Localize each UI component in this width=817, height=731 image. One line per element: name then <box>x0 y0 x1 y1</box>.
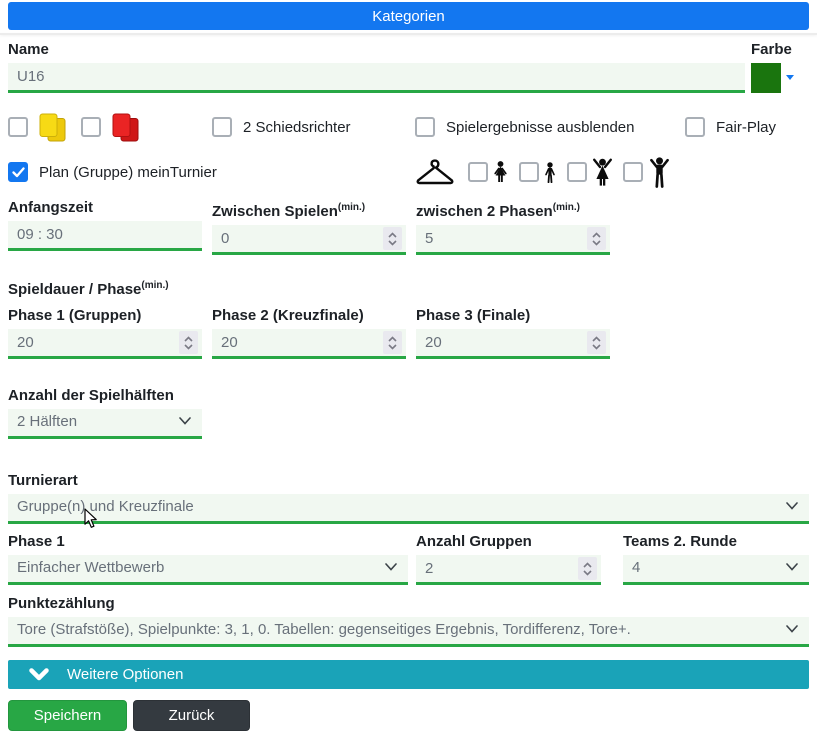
fairplay-label: Fair-Play <box>716 118 777 136</box>
anzahl-gruppen-input[interactable] <box>416 555 601 582</box>
fairplay-checkbox[interactable] <box>685 117 705 137</box>
options-row: 2 Schiedsrichter Spielergebnisse ausblen… <box>8 111 809 143</box>
stepper-icon <box>388 231 397 246</box>
spielhaelften-select[interactable]: 2 Hälften <box>8 409 202 439</box>
phase2-dauer-label: Phase 2 (Kreuzfinale) <box>212 307 364 324</box>
red-card-checkbox[interactable] <box>81 117 101 137</box>
yellow-card-checkbox[interactable] <box>8 117 28 137</box>
name-farbe-row: Name Farbe <box>8 41 809 93</box>
phase1-dauer-field-wrap <box>8 329 202 359</box>
phase3-dauer-input[interactable] <box>416 329 610 356</box>
anzahl-gruppen-stepper[interactable] <box>578 557 597 580</box>
teams-runde-select[interactable]: 4 <box>623 555 809 585</box>
age-boy-checkbox[interactable] <box>519 162 539 182</box>
zwischen-phasen-label: zwischen 2 Phasen(min.) <box>416 202 580 220</box>
save-button[interactable]: Speichern <box>8 700 127 731</box>
phase1-select[interactable]: Einfacher Wettbewerb <box>8 555 408 585</box>
expander-chevron-down-icon <box>29 668 49 681</box>
zwischen-spielen-label: Zwischen Spielen(min.) <box>212 202 366 220</box>
chevron-down-icon <box>786 502 798 510</box>
plan-label: Plan (Gruppe) meinTurnier <box>39 163 217 181</box>
farbe-swatch[interactable] <box>751 63 781 93</box>
name-field-wrap <box>8 63 745 93</box>
farbe-dropdown-arrow-icon[interactable] <box>786 75 794 80</box>
name-input[interactable] <box>8 63 745 90</box>
stepper-icon <box>583 561 592 576</box>
punktezaehlung-label: Punktezählung <box>8 595 115 612</box>
woman-icon <box>593 158 612 186</box>
stepper-icon <box>388 335 397 350</box>
phase1-dauer-stepper[interactable] <box>179 331 198 354</box>
hanger-icon <box>416 158 454 184</box>
weitere-optionen-expander[interactable]: Weitere Optionen <box>8 660 809 689</box>
timing-row: Anfangszeit Zwischen Spielen(min.) zwisc… <box>8 199 809 255</box>
stepper-icon <box>592 231 601 246</box>
checkmark-icon <box>11 166 25 177</box>
anzahl-gruppen-field-wrap <box>416 555 601 585</box>
phase1-dauer-input[interactable] <box>8 329 202 356</box>
anfangszeit-field-wrap <box>8 221 202 251</box>
anzahl-gruppen-label: Anzahl Gruppen <box>416 533 532 550</box>
stepper-icon <box>184 335 193 350</box>
zwischen-spielen-input[interactable] <box>212 225 406 252</box>
spielhaelften-label: Anzahl der Spielhälften <box>8 387 174 404</box>
man-icon <box>650 156 669 188</box>
mouse-cursor-icon <box>84 508 97 528</box>
phase3-dauer-field-wrap <box>416 329 610 359</box>
schiedsrichter-label: 2 Schiedsrichter <box>243 118 351 136</box>
chevron-down-icon <box>786 625 798 633</box>
chevron-down-icon <box>385 563 397 571</box>
yellow-cards-icon <box>39 113 66 141</box>
spieldauer-label: Spieldauer / Phase(min.) <box>8 280 169 298</box>
boy-icon <box>545 161 555 183</box>
spielergebnisse-label: Spielergebnisse ausblenden <box>446 118 635 136</box>
plan-row: Plan (Gruppe) meinTurnier <box>8 155 809 189</box>
back-button[interactable]: Zurück <box>133 700 250 731</box>
anfangszeit-input[interactable] <box>8 221 202 248</box>
punktezaehlung-select[interactable]: Tore (Strafstöße), Spielpunkte: 3, 1, 0.… <box>8 617 809 647</box>
phase2-dauer-field-wrap <box>212 329 406 359</box>
weitere-optionen-label: Weitere Optionen <box>67 666 184 683</box>
phase2-dauer-input[interactable] <box>212 329 406 356</box>
action-buttons: Speichern Zurück <box>8 700 809 731</box>
schiedsrichter-checkbox[interactable] <box>212 117 232 137</box>
red-cards-icon <box>112 113 139 141</box>
chevron-down-icon <box>786 563 798 571</box>
zwischen-phasen-input[interactable] <box>416 225 610 252</box>
teams-runde-label: Teams 2. Runde <box>623 533 737 550</box>
zwischen-phasen-stepper[interactable] <box>587 227 606 250</box>
page-title: Kategorien <box>372 7 445 25</box>
anfangszeit-label: Anfangszeit <box>8 199 94 216</box>
phase1-label: Phase 1 <box>8 533 65 550</box>
header-divider <box>0 33 817 35</box>
phase3-dauer-stepper[interactable] <box>587 331 606 354</box>
girl-icon <box>494 160 507 182</box>
age-man-checkbox[interactable] <box>623 162 643 182</box>
phase1-dauer-label: Phase 1 (Gruppen) <box>8 307 142 324</box>
zwischen-spielen-field-wrap <box>212 225 406 255</box>
turnierart-label: Turnierart <box>8 472 78 489</box>
plan-checkbox[interactable] <box>8 162 28 182</box>
stepper-icon <box>592 335 601 350</box>
age-girl-checkbox[interactable] <box>468 162 488 182</box>
zwischen-phasen-field-wrap <box>416 225 610 255</box>
phase3-dauer-label: Phase 3 (Finale) <box>416 307 531 324</box>
page-title-bar: Kategorien <box>8 2 809 30</box>
farbe-label: Farbe <box>751 41 792 58</box>
age-woman-checkbox[interactable] <box>567 162 587 182</box>
phase2-dauer-stepper[interactable] <box>383 331 402 354</box>
chevron-down-icon <box>179 417 191 425</box>
page: Kategorien Name Farbe <box>0 0 817 731</box>
phase-config-row: Phase 1 Einfacher Wettbewerb Anzahl Grup… <box>8 533 809 585</box>
spielergebnisse-checkbox[interactable] <box>415 117 435 137</box>
zwischen-spielen-stepper[interactable] <box>383 227 402 250</box>
name-label: Name <box>8 41 49 58</box>
spieldauer-row: Phase 1 (Gruppen) Phase 2 (Kreuzfinale) … <box>8 307 809 359</box>
turnierart-select[interactable]: Gruppe(n) und Kreuzfinale <box>8 494 809 524</box>
